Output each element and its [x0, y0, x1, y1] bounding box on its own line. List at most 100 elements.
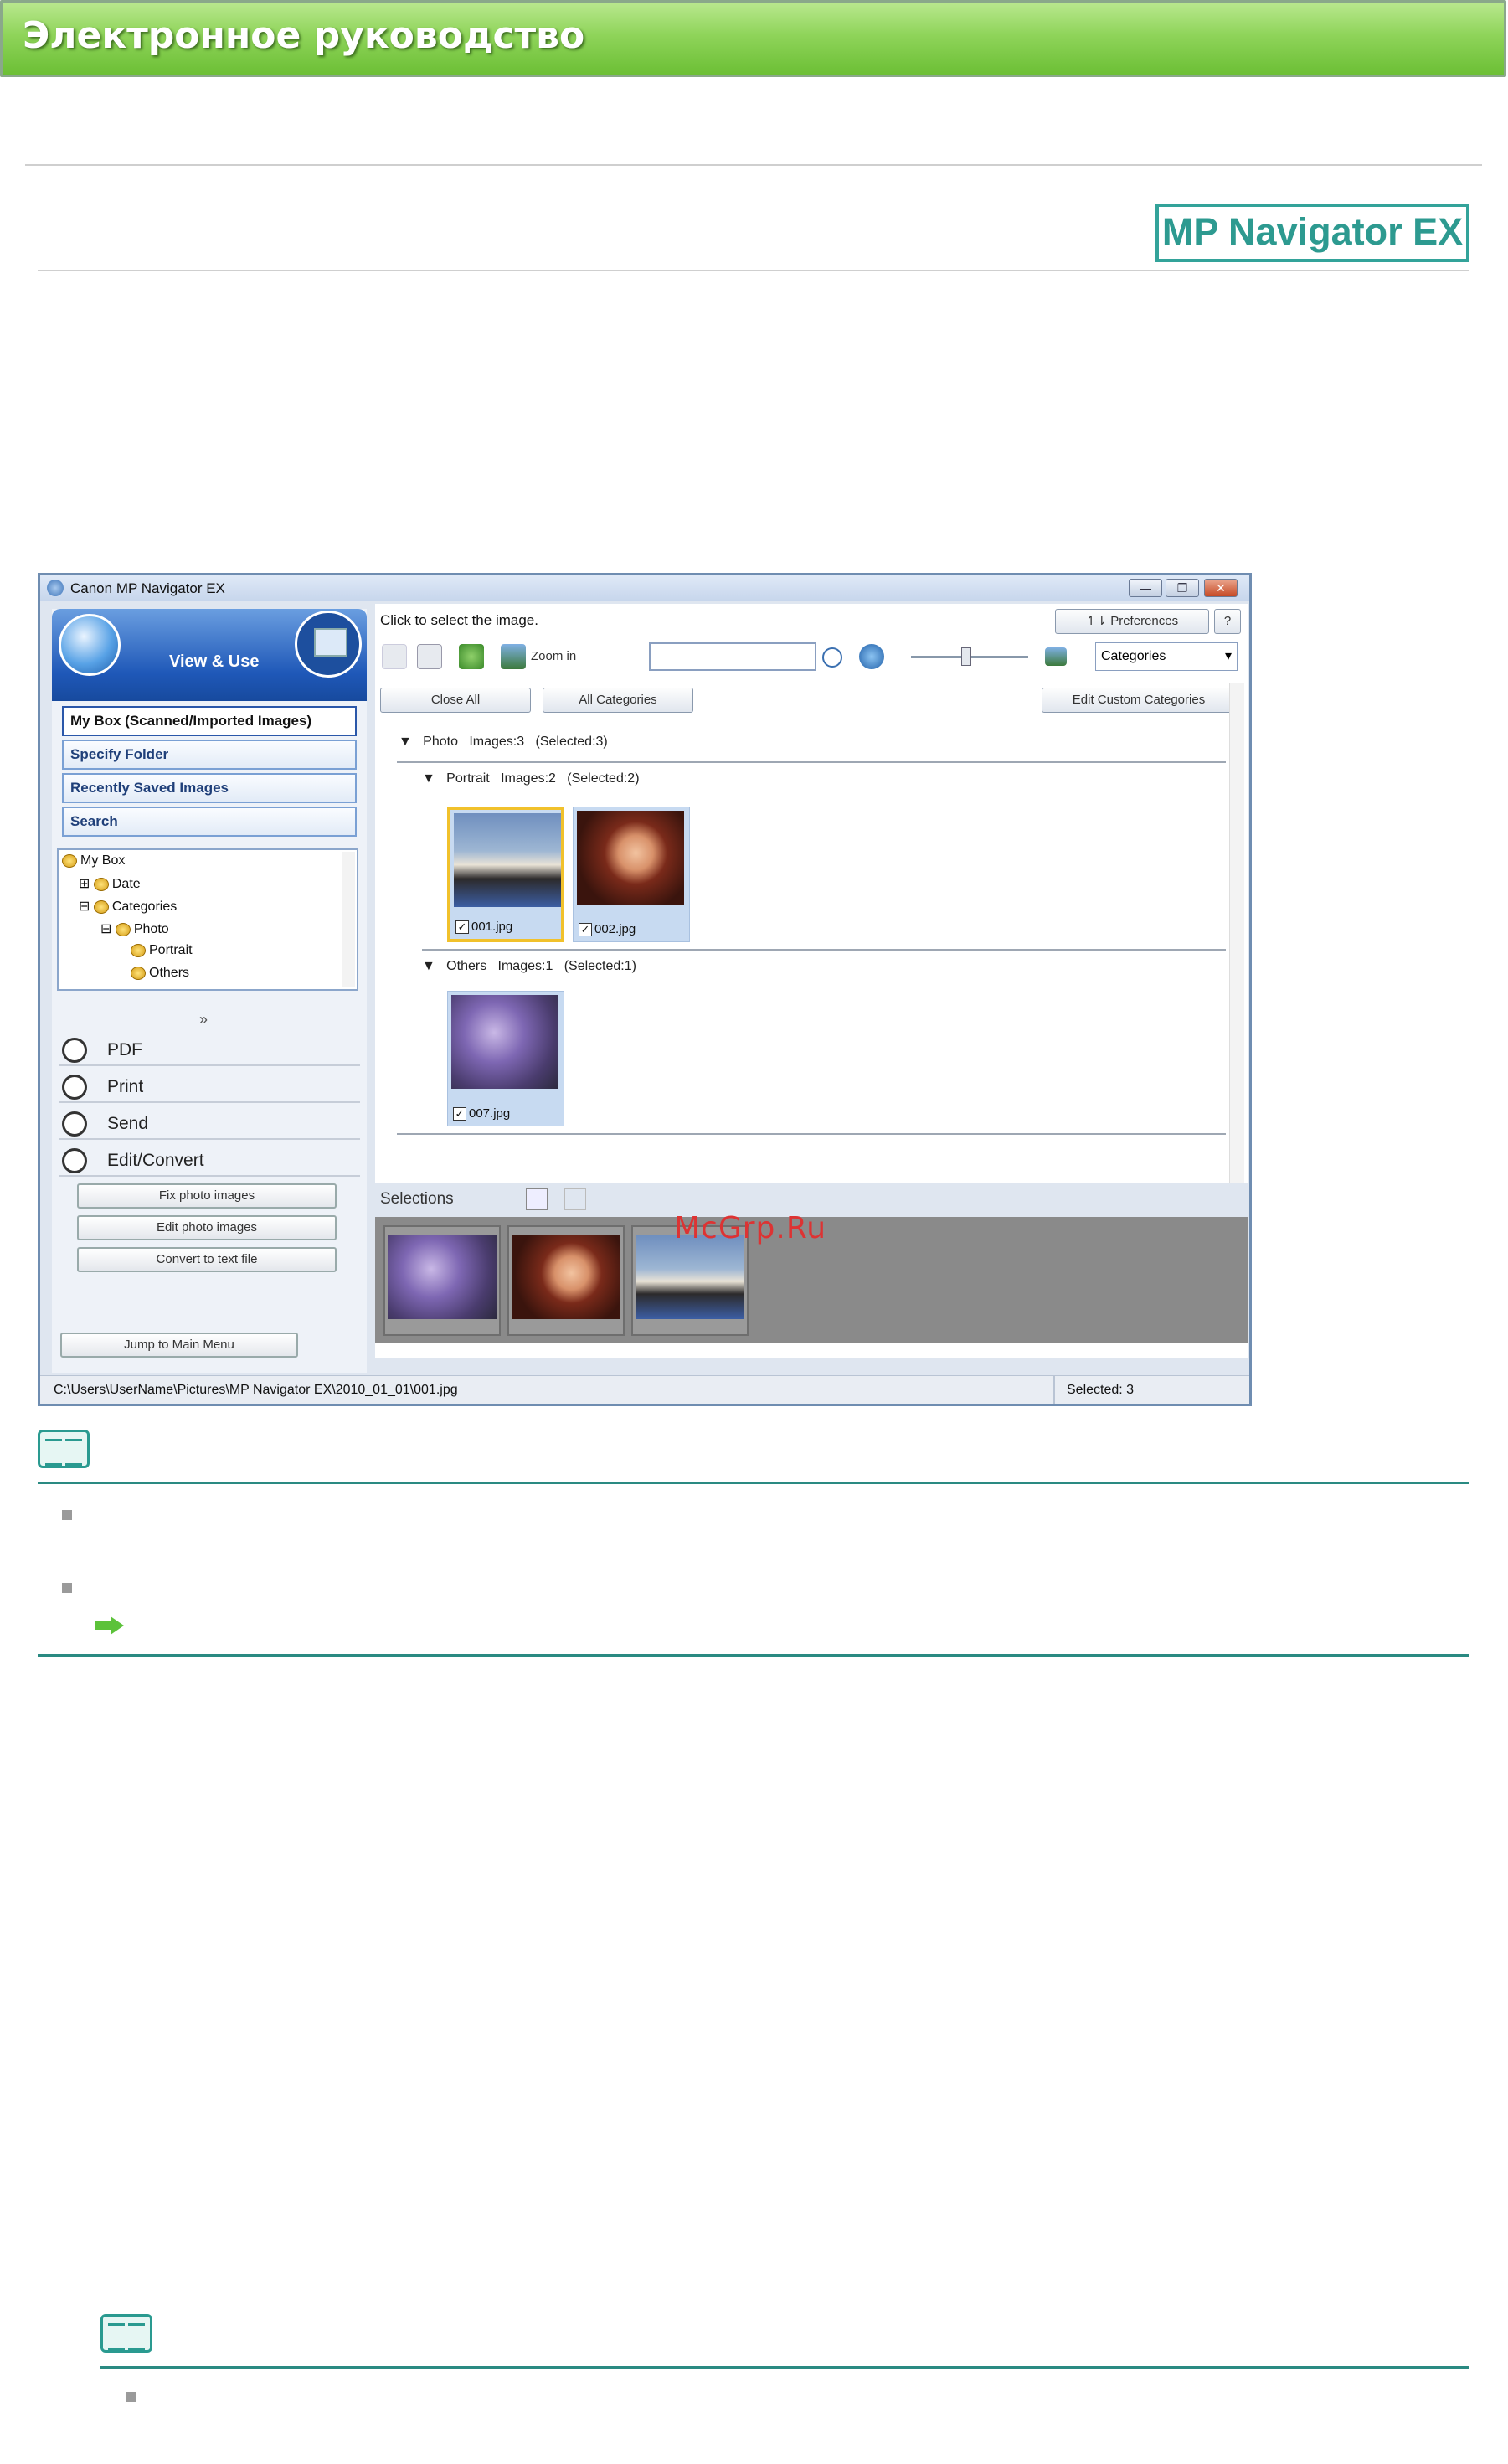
mp-navigator-window: Canon MP Navigator EX — ❐ ✕ View & Use M…: [38, 573, 1252, 1406]
bullet-icon: [62, 1583, 72, 1593]
divider: [25, 164, 1482, 166]
divider: [38, 270, 1469, 271]
group-divider: [397, 1133, 1226, 1135]
thumbnail-002[interactable]: ✓ 002.jpg: [573, 807, 690, 942]
zoom-image-icon[interactable]: [501, 644, 526, 669]
bullet-icon: [62, 1510, 72, 1520]
folder-tree[interactable]: My Box ⊞ Date ⊟ Categories ⊟ Photo Portr…: [57, 848, 358, 991]
folder-icon: [93, 877, 109, 891]
pdf-icon: [62, 1038, 87, 1063]
note-top-rule: [100, 2366, 1469, 2369]
status-selected: Selected: 3: [1067, 1383, 1135, 1397]
specify-folder-button[interactable]: Specify Folder: [62, 740, 357, 770]
close-icon[interactable]: ✕: [1204, 579, 1238, 597]
instruction-text: Click to select the image.: [380, 612, 538, 628]
product-logo: MP Navigator EX: [1155, 204, 1469, 262]
folder-icon: [115, 922, 131, 936]
thumbnail-001[interactable]: ✓ 001.jpg: [447, 807, 564, 942]
tree-item-portrait[interactable]: Portrait: [131, 943, 193, 958]
rotate-icon[interactable]: [459, 644, 484, 669]
recently-saved-button[interactable]: Recently Saved Images: [62, 773, 357, 803]
mode-label: View & Use: [169, 652, 260, 671]
edit-custom-categories-button[interactable]: Edit Custom Categories: [1042, 688, 1236, 713]
large-thumb-icon: [1045, 647, 1067, 666]
restore-icon[interactable]: ❐: [1166, 579, 1199, 597]
close-all-button[interactable]: Close All: [380, 688, 531, 713]
tree-item-photo[interactable]: ⊟ Photo: [100, 920, 169, 937]
print-action[interactable]: Print: [59, 1070, 360, 1103]
tree-scrollbar[interactable]: [342, 852, 355, 987]
large-view-icon[interactable]: [417, 644, 442, 669]
checkbox-icon[interactable]: ✓: [455, 920, 469, 934]
window-titlebar[interactable]: Canon MP Navigator EX — ❐ ✕: [40, 575, 1249, 601]
vertical-scrollbar[interactable]: [1229, 683, 1244, 1260]
status-path: C:\Users\UserName\Pictures\MP Navigator …: [54, 1383, 458, 1397]
edit-photo-button[interactable]: Edit photo images: [77, 1215, 337, 1240]
arrow-right-icon[interactable]: [95, 1616, 124, 1635]
help-button[interactable]: ?: [1214, 609, 1241, 634]
fix-photo-button[interactable]: Fix photo images: [77, 1183, 337, 1209]
group-others-header[interactable]: ▼ Others Images:1 (Selected:1): [422, 959, 636, 974]
selected-thumbnail[interactable]: [383, 1225, 501, 1336]
selected-thumbnail[interactable]: [507, 1225, 625, 1336]
folder-icon: [131, 966, 146, 980]
note-book-icon: [38, 1430, 90, 1468]
note-book-icon: [100, 2314, 152, 2353]
send-action[interactable]: Send: [59, 1106, 360, 1140]
search-button[interactable]: Search: [62, 807, 357, 837]
photo-image: [512, 1235, 620, 1319]
view-use-header: View & Use: [52, 609, 367, 701]
globe-icon: [59, 614, 121, 676]
tree-item-my-box[interactable]: My Box: [62, 853, 125, 869]
large-view-icon[interactable]: [564, 1188, 586, 1210]
bullet-icon: [126, 2392, 136, 2402]
minimize-icon[interactable]: —: [1129, 579, 1162, 597]
checkbox-icon[interactable]: ✓: [453, 1107, 466, 1121]
photo-image: [388, 1235, 497, 1319]
thumbnail-007[interactable]: ✓ 007.jpg: [447, 991, 564, 1126]
view-select[interactable]: Categories: [1095, 642, 1238, 671]
left-panel: View & Use My Box (Scanned/Imported Imag…: [52, 609, 367, 1373]
zoom-label: Zoom in: [531, 649, 577, 663]
selections-label: Selections: [380, 1190, 454, 1208]
mail-icon: [62, 1111, 87, 1137]
group-divider: [397, 761, 1226, 763]
preferences-button[interactable]: ↿⇂ Preferences: [1055, 609, 1209, 634]
grid-view-icon[interactable]: [526, 1188, 548, 1210]
edit-convert-action[interactable]: Edit/Convert: [59, 1143, 360, 1177]
status-bar: C:\Users\UserName\Pictures\MP Navigator …: [40, 1375, 1249, 1404]
tree-item-others[interactable]: Others: [131, 966, 189, 981]
search-icon[interactable]: [822, 647, 842, 668]
expand-chevron-icon[interactable]: »: [199, 1011, 208, 1028]
group-portrait-header[interactable]: ▼ Portrait Images:2 (Selected:2): [422, 771, 640, 786]
tree-item-categories[interactable]: ⊟ Categories: [79, 898, 177, 915]
monitor-icon: [295, 611, 362, 678]
manual-title: Электронное руководство: [23, 14, 585, 57]
pdf-action[interactable]: PDF: [59, 1033, 360, 1066]
grid-view-icon[interactable]: [382, 644, 407, 669]
my-box-button[interactable]: My Box (Scanned/Imported Images): [62, 706, 357, 736]
watermark: McGrp.Ru: [674, 1211, 827, 1245]
photo-image: [454, 813, 561, 907]
action-panel: » PDF Print Send Edit/Convert Fix photo …: [52, 1011, 367, 1373]
print-icon: [62, 1075, 87, 1100]
checkbox-icon[interactable]: ✓: [579, 923, 592, 936]
tree-item-date[interactable]: ⊞ Date: [79, 875, 141, 892]
photo-image: [577, 811, 684, 905]
refresh-icon[interactable]: [859, 644, 884, 669]
jump-main-menu-button[interactable]: Jump to Main Menu: [60, 1333, 298, 1358]
all-categories-button[interactable]: All Categories: [543, 688, 693, 713]
note-top-rule: [38, 1482, 1469, 1484]
slider-thumb[interactable]: [961, 647, 971, 666]
photo-image: [451, 995, 558, 1089]
folder-icon: [62, 853, 77, 868]
group-photo-header[interactable]: ▼ Photo Images:3 (Selected:3): [399, 735, 608, 750]
folder-icon: [131, 943, 146, 957]
manual-header-bar: Электронное руководство: [0, 0, 1506, 77]
edit-icon: [62, 1148, 87, 1173]
group-divider: [422, 949, 1226, 951]
photo-image: [636, 1235, 744, 1319]
convert-text-button[interactable]: Convert to text file: [77, 1247, 337, 1272]
folder-icon: [93, 900, 109, 914]
search-input[interactable]: [649, 642, 816, 671]
